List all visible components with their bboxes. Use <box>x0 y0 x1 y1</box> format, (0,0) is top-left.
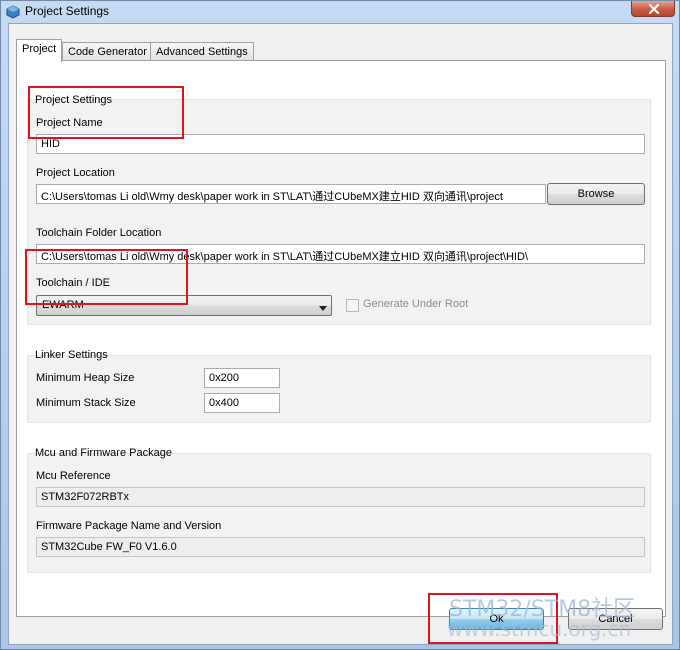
cube-app-icon <box>6 5 20 19</box>
close-icon <box>648 4 660 14</box>
project-name-input[interactable]: HID <box>36 134 645 154</box>
mcu-firmware-title: Mcu and Firmware Package <box>35 447 172 459</box>
linker-settings-title: Linker Settings <box>35 349 108 361</box>
min-stack-input[interactable]: 0x400 <box>204 393 280 413</box>
toolchain-ide-label: Toolchain / IDE <box>36 277 110 289</box>
linker-settings-group <box>27 355 651 423</box>
toolchain-ide-select[interactable]: EWARM <box>36 295 332 316</box>
tab-advanced-settings[interactable]: Advanced Settings <box>150 42 254 61</box>
dropdown-arrow-icon <box>319 302 327 314</box>
toolchain-folder-input[interactable]: C:\Users\tomas Li old\Wmy desk\paper wor… <box>36 244 645 264</box>
project-name-label: Project Name <box>36 117 103 129</box>
mcu-reference-field: STM32F072RBTx <box>36 487 645 507</box>
project-settings-group <box>27 99 651 325</box>
toolchain-ide-value: EWARM <box>42 299 84 311</box>
close-button[interactable] <box>631 1 675 17</box>
firmware-package-field: STM32Cube FW_F0 V1.6.0 <box>36 537 645 557</box>
watermark-line-2: www.stmcu.org.cn <box>447 617 632 641</box>
mcu-reference-label: Mcu Reference <box>36 470 111 482</box>
browse-button[interactable]: Browse <box>547 183 645 205</box>
generate-under-root-checkbox[interactable] <box>346 299 359 312</box>
tab-project[interactable]: Project <box>16 39 63 62</box>
generate-under-root-label: Generate Under Root <box>363 298 469 310</box>
toolchain-folder-label: Toolchain Folder Location <box>36 227 162 239</box>
title-bar[interactable]: Project Settings <box>1 1 679 23</box>
min-heap-label: Minimum Heap Size <box>36 372 135 384</box>
firmware-package-label: Firmware Package Name and Version <box>36 520 222 532</box>
tab-code-generator[interactable]: Code Generator <box>62 42 153 61</box>
project-location-label: Project Location <box>36 167 115 179</box>
project-tab-panel: Project Settings Project Name HID Projec… <box>16 60 666 617</box>
min-stack-label: Minimum Stack Size <box>36 397 136 409</box>
window-title: Project Settings <box>25 4 110 18</box>
min-heap-input[interactable]: 0x200 <box>204 368 280 388</box>
project-location-input[interactable]: C:\Users\tomas Li old\Wmy desk\paper wor… <box>36 184 546 204</box>
dialog-body: Project Code Generator Advanced Settings… <box>8 23 673 645</box>
project-settings-title: Project Settings <box>35 94 113 106</box>
project-settings-window: Project Settings Project Code Generator … <box>0 0 680 650</box>
